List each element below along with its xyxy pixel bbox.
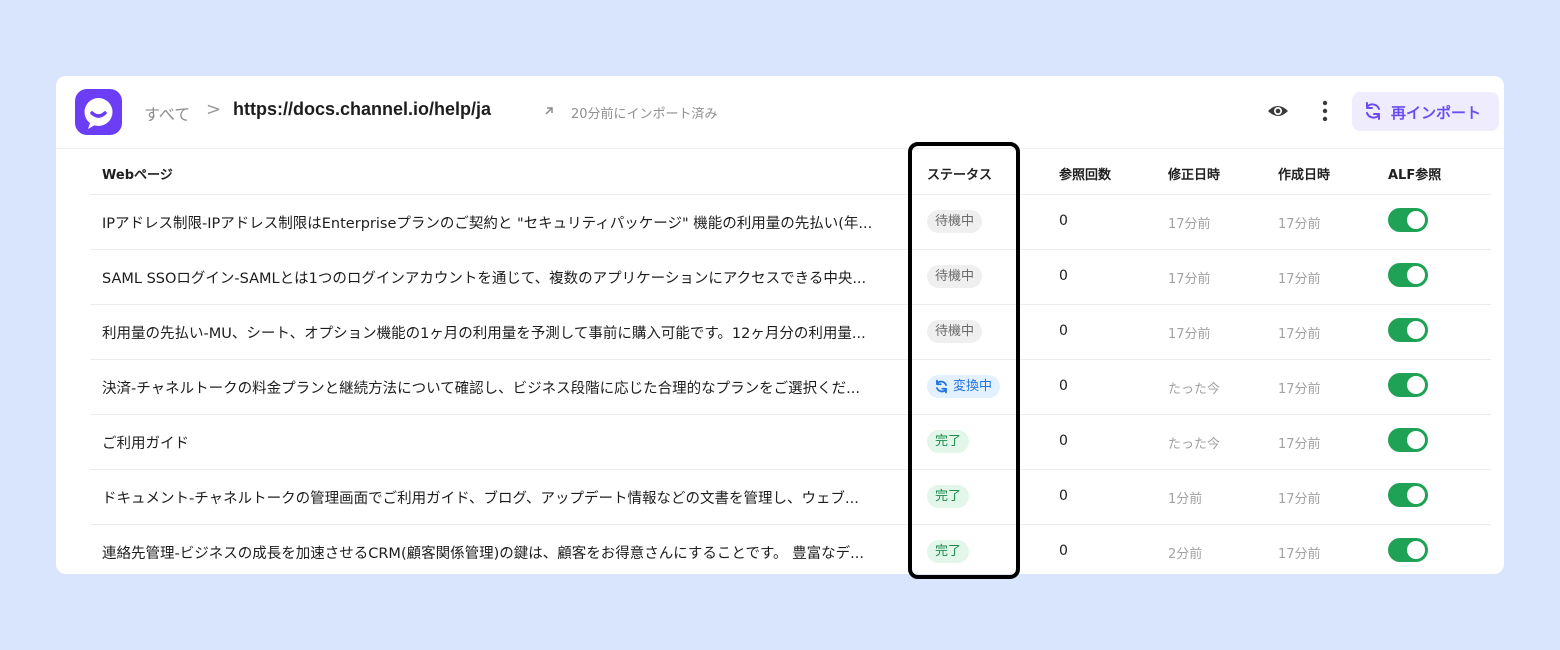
status-column-highlight (908, 142, 1020, 579)
modified-time: たった今 (1168, 382, 1221, 397)
created-time: 17分前 (1278, 382, 1321, 397)
ref-count: 0 (1059, 378, 1068, 394)
toggle-knob (1407, 211, 1425, 229)
ref-count: 0 (1059, 213, 1068, 229)
table-row[interactable]: 連絡先管理-ビジネスの成長を加速させるCRM(顧客関係管理)の鍵は、顧客をお得意… (90, 524, 1491, 579)
column-header-modified[interactable]: 修正日時 (1168, 164, 1220, 183)
modified-time: 17分前 (1168, 217, 1211, 232)
table-row[interactable]: IPアドレス制限-IPアドレス制限はEnterpriseプランのご契約と "セキ… (90, 194, 1491, 249)
modified-time: 17分前 (1168, 272, 1211, 287)
table-row[interactable]: ドキュメント-チャネルトークの管理画面でご利用ガイド、ブログ、アップデート情報な… (90, 469, 1491, 524)
created-time: 17分前 (1278, 492, 1321, 507)
toggle-knob (1407, 266, 1425, 284)
created-time: 17分前 (1278, 327, 1321, 342)
modified-time: 17分前 (1168, 327, 1211, 342)
created-time: 17分前 (1278, 547, 1321, 562)
ref-count: 0 (1059, 433, 1068, 449)
column-header-ref-count[interactable]: 参照回数 (1059, 164, 1111, 183)
table-row[interactable]: ご利用ガイド 完了 0 たった今 17分前 (90, 414, 1491, 469)
webpage-title[interactable]: IPアドレス制限-IPアドレス制限はEnterpriseプランのご契約と "セキ… (102, 212, 897, 233)
refresh-icon (1366, 102, 1380, 120)
alf-toggle[interactable] (1388, 538, 1428, 562)
eye-icon[interactable] (1267, 103, 1289, 119)
alf-toggle[interactable] (1388, 373, 1428, 397)
column-header-webpage[interactable]: Webページ (102, 164, 173, 183)
alf-toggle[interactable] (1388, 483, 1428, 507)
webpage-title[interactable]: 利用量の先払い-MU、シート、オプション機能の1ヶ月の利用量を予測して事前に購入… (102, 322, 897, 343)
table-row[interactable]: 利用量の先払い-MU、シート、オプション機能の1ヶ月の利用量を予測して事前に購入… (90, 304, 1491, 359)
toggle-knob (1407, 431, 1425, 449)
webpage-title[interactable]: 連絡先管理-ビジネスの成長を加速させるCRM(顧客関係管理)の鍵は、顧客をお得意… (102, 542, 897, 563)
column-header-alf[interactable]: ALF参照 (1388, 164, 1441, 183)
alf-toggle[interactable] (1388, 263, 1428, 287)
modified-time: 2分前 (1168, 547, 1203, 562)
table-row[interactable]: SAML SSOログイン-SAMLとは1つのログインアカウントを通じて、複数のア… (90, 249, 1491, 304)
toggle-knob (1407, 321, 1425, 339)
modified-time: たった今 (1168, 437, 1221, 452)
webpage-title[interactable]: ご利用ガイド (102, 432, 897, 453)
webpage-title[interactable]: SAML SSOログイン-SAMLとは1つのログインアカウントを通じて、複数のア… (102, 267, 897, 288)
panel-header: すべて > https://docs.channel.io/help/ja 20… (56, 76, 1504, 148)
alf-toggle[interactable] (1388, 208, 1428, 232)
webpage-title[interactable]: 決済-チャネルトークの料金プランと継続方法について確認し、ビジネス段階に応じた合… (102, 377, 897, 398)
more-options-icon[interactable] (1318, 99, 1332, 123)
breadcrumb-all[interactable]: すべて (144, 101, 190, 125)
ref-count: 0 (1059, 543, 1068, 559)
alf-toggle[interactable] (1388, 318, 1428, 342)
webpage-title[interactable]: ドキュメント-チャネルトークの管理画面でご利用ガイド、ブログ、アップデート情報な… (102, 487, 897, 508)
channel-talk-logo (75, 89, 122, 135)
toggle-knob (1407, 376, 1425, 394)
external-link-icon[interactable] (542, 104, 556, 118)
alf-toggle[interactable] (1388, 428, 1428, 452)
ref-count: 0 (1059, 323, 1068, 339)
ref-count: 0 (1059, 268, 1068, 284)
created-time: 17分前 (1278, 272, 1321, 287)
ref-count: 0 (1059, 488, 1068, 504)
header-divider (56, 148, 1504, 149)
column-header-created[interactable]: 作成日時 (1278, 164, 1330, 183)
modified-time: 1分前 (1168, 492, 1203, 507)
table-row[interactable]: 決済-チャネルトークの料金プランと継続方法について確認し、ビジネス段階に応じた合… (90, 359, 1491, 414)
breadcrumb-separator-icon: > (206, 99, 222, 120)
reimport-button[interactable]: 再インポート (1352, 92, 1499, 131)
toggle-knob (1407, 486, 1425, 504)
created-time: 17分前 (1278, 217, 1321, 232)
import-status-text: 20分前にインポート済み (571, 107, 718, 122)
created-time: 17分前 (1278, 437, 1321, 452)
toggle-knob (1407, 541, 1425, 559)
reimport-label: 再インポート (1391, 104, 1482, 122)
knowledge-source-panel: すべて > https://docs.channel.io/help/ja 20… (56, 76, 1504, 574)
page-title-url: https://docs.channel.io/help/ja (233, 99, 492, 119)
